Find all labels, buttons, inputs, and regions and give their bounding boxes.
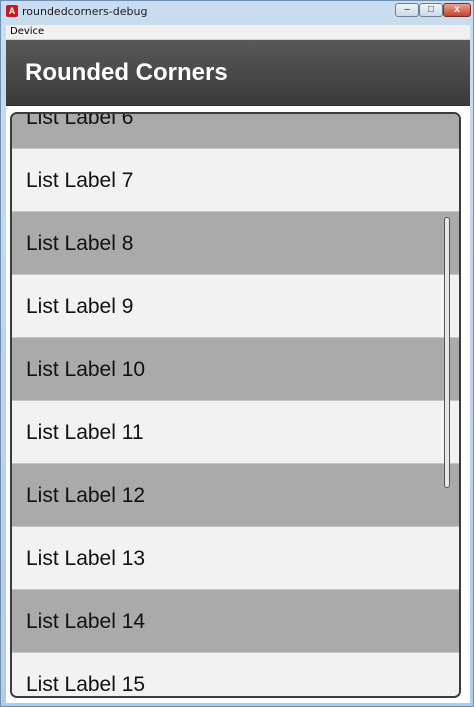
list-item[interactable]: List Label 11 bbox=[12, 401, 459, 464]
action-bar: Rounded Corners bbox=[6, 40, 470, 106]
menu-bar: Device bbox=[6, 25, 470, 40]
list-item-label: List Label 13 bbox=[26, 547, 146, 570]
list-item[interactable]: List Label 7 bbox=[12, 149, 459, 212]
list-item-label: List Label 11 bbox=[26, 421, 144, 444]
maximize-button[interactable]: □ bbox=[419, 3, 443, 17]
list-item[interactable]: List Label 8 bbox=[12, 212, 459, 275]
list-item[interactable]: List Label 13 bbox=[12, 527, 459, 590]
list-container[interactable]: List Label 6 List Label 7 List Label 8 List… bbox=[10, 112, 461, 698]
list-item[interactable]: List Label 14 bbox=[12, 590, 459, 653]
list-item[interactable]: List Label 10 bbox=[12, 338, 459, 401]
window-title: roundedcorners-debug bbox=[22, 5, 148, 18]
menu-device[interactable]: Device bbox=[10, 26, 44, 37]
list-item-label: List Label 12 bbox=[26, 484, 146, 507]
list-item-label: List Label 8 bbox=[26, 232, 134, 255]
list-item[interactable]: List Label 15 bbox=[12, 653, 459, 696]
app-content: Rounded Corners List Label 6 List Label 7… bbox=[6, 40, 470, 703]
list-item-label: List Label 9 bbox=[26, 295, 134, 318]
app-icon: A bbox=[6, 5, 18, 17]
list-item[interactable]: List Label 6 bbox=[12, 112, 459, 149]
list-scrollbar[interactable] bbox=[444, 217, 450, 488]
list: List Label 6 List Label 7 List Label 8 List… bbox=[12, 112, 459, 696]
list-item[interactable]: List Label 9 bbox=[12, 275, 459, 338]
page-title: Rounded Corners bbox=[25, 59, 228, 86]
list-item-label: List Label 14 bbox=[26, 610, 146, 633]
list-item-label: List Label 15 bbox=[26, 673, 146, 696]
list-item-label: List Label 7 bbox=[26, 169, 134, 192]
list-item-label: List Label 10 bbox=[26, 358, 146, 381]
close-button[interactable]: x bbox=[443, 3, 471, 17]
list-item[interactable]: List Label 12 bbox=[12, 464, 459, 527]
app-window: A roundedcorners-debug – □ x Device Roun… bbox=[0, 0, 474, 707]
title-bar[interactable]: A roundedcorners-debug – □ x bbox=[1, 1, 473, 23]
list-item-label: List Label 6 bbox=[26, 112, 134, 129]
minimize-button[interactable]: – bbox=[395, 3, 419, 17]
